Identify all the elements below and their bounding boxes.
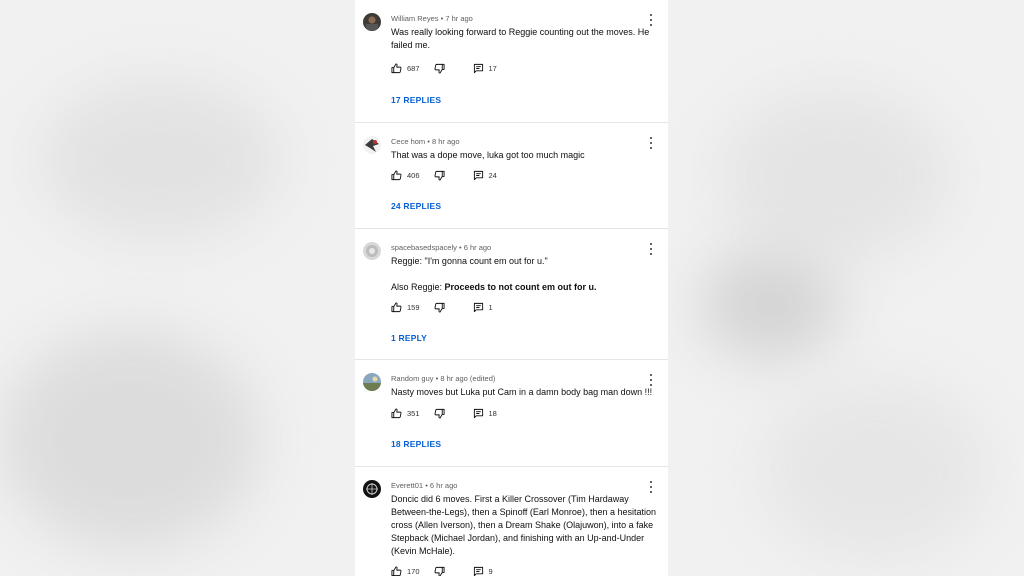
- like-button[interactable]: 351: [391, 407, 420, 419]
- comment-meta: spacebasedspacely • 6 hr ago: [391, 243, 491, 252]
- like-button[interactable]: 170: [391, 565, 420, 576]
- comment-thread: Cece hom • 8 hr ago That was a dope move…: [355, 123, 668, 229]
- more-options-icon[interactable]: [648, 137, 654, 149]
- comment-text-bold: Proceeds to not count em out for u.: [444, 282, 597, 292]
- avatar[interactable]: [363, 373, 381, 391]
- comment-time: 8 hr ago: [431, 137, 460, 146]
- comment-time: 6 hr ago: [463, 243, 492, 252]
- avatar[interactable]: [363, 242, 381, 260]
- comment-actions: 687 17: [391, 61, 497, 75]
- comment-text: Reggie: "I'm gonna count em out for u." …: [391, 256, 597, 292]
- background-blur: [0, 330, 260, 550]
- like-count: 159: [407, 302, 420, 312]
- reply-button[interactable]: 18: [473, 408, 497, 419]
- comment-meta: Random guy • 8 hr ago (edited): [391, 374, 495, 383]
- comment-text: Doncic did 6 moves. First a Killer Cross…: [391, 494, 656, 556]
- avatar[interactable]: [363, 480, 381, 498]
- comment-text: Nasty moves but Luka put Cam in a damn b…: [391, 387, 653, 397]
- view-replies-button[interactable]: 17 REPLIES: [391, 95, 441, 105]
- comment-text-prefix: Also Reggie:: [391, 282, 445, 292]
- comment-thread: William Reyes • 7 hr ago Was really look…: [355, 0, 668, 123]
- comment-author[interactable]: spacebasedspacely: [391, 243, 457, 252]
- comment-thread: Everett01 • 6 hr ago Doncic did 6 moves.…: [355, 467, 668, 576]
- reply-count: 9: [488, 566, 493, 576]
- comment-meta: Cece hom • 8 hr ago: [391, 137, 460, 146]
- comment-author[interactable]: William Reyes: [391, 14, 439, 23]
- thumbs-up-icon: [391, 169, 402, 180]
- thumbs-up-icon: [391, 301, 402, 312]
- like-count: 351: [407, 408, 420, 418]
- comment-text: Was really looking forward to Reggie cou…: [391, 27, 650, 50]
- more-options-icon[interactable]: [648, 374, 654, 386]
- like-count: 687: [407, 63, 420, 73]
- view-replies-button[interactable]: 24 REPLIES: [391, 201, 441, 211]
- thumbs-up-icon: [391, 407, 402, 418]
- view-replies-button[interactable]: 18 REPLIES: [391, 439, 441, 449]
- background-blur: [760, 380, 990, 560]
- comment-author[interactable]: Cece hom: [391, 137, 425, 146]
- comment-bubble-icon: [473, 408, 483, 418]
- more-options-icon[interactable]: [648, 481, 654, 493]
- dislike-button[interactable]: [434, 302, 445, 313]
- like-button[interactable]: 406: [391, 169, 420, 181]
- more-options-icon[interactable]: [648, 243, 654, 255]
- reply-button[interactable]: 17: [473, 63, 497, 74]
- thumbs-up-icon: [391, 62, 402, 73]
- dislike-button[interactable]: [434, 170, 445, 181]
- thumbs-up-icon: [391, 565, 402, 576]
- like-button[interactable]: 159: [391, 301, 420, 313]
- dislike-button[interactable]: [434, 566, 445, 576]
- meta-separator: •: [423, 481, 430, 490]
- comment-time: 8 hr ago (edited): [440, 374, 496, 383]
- avatar[interactable]: [363, 136, 381, 154]
- more-options-icon[interactable]: [648, 14, 654, 26]
- reply-count: 24: [488, 170, 497, 180]
- comment-author[interactable]: Random guy: [391, 374, 434, 383]
- meta-separator: •: [425, 137, 432, 146]
- comment-actions: 170 9: [391, 564, 493, 576]
- thumbs-down-icon: [434, 566, 445, 576]
- comment-bubble-icon: [473, 566, 483, 576]
- like-count: 406: [407, 170, 420, 180]
- comment-thread: spacebasedspacely • 6 hr ago Reggie: "I'…: [355, 229, 668, 360]
- avatar[interactable]: [363, 13, 381, 31]
- comment-author[interactable]: Everett01: [391, 481, 423, 490]
- view-replies-button[interactable]: 1 REPLY: [391, 333, 427, 343]
- reply-count: 1: [488, 302, 493, 312]
- like-button[interactable]: 687: [391, 62, 420, 74]
- comment-meta: Everett01 • 6 hr ago: [391, 481, 457, 490]
- comment-actions: 159 1: [391, 300, 493, 314]
- comment-bubble-icon: [473, 63, 483, 73]
- reply-count: 17: [488, 63, 497, 73]
- meta-separator: •: [456, 243, 464, 252]
- comment-meta: William Reyes • 7 hr ago: [391, 14, 473, 23]
- thumbs-down-icon: [434, 408, 445, 419]
- comments-panel: William Reyes • 7 hr ago Was really look…: [355, 0, 668, 576]
- comment-actions: 351 18: [391, 406, 497, 420]
- comment-actions: 406 24: [391, 168, 497, 182]
- reply-count: 18: [488, 408, 497, 418]
- comment-text: That was a dope move, luka got too much …: [391, 150, 585, 160]
- thumbs-down-icon: [434, 302, 445, 313]
- reply-button[interactable]: 1: [473, 302, 493, 313]
- comment-time: 6 hr ago: [429, 481, 458, 490]
- thumbs-down-icon: [434, 63, 445, 74]
- reply-button[interactable]: 24: [473, 170, 497, 181]
- reply-button[interactable]: 9: [473, 566, 493, 576]
- background-blur: [700, 250, 840, 360]
- comment-time: 7 hr ago: [445, 14, 473, 23]
- comment-thread: Random guy • 8 hr ago (edited) Nasty mov…: [355, 360, 668, 467]
- comment-bubble-icon: [473, 302, 483, 312]
- dislike-button[interactable]: [434, 408, 445, 419]
- background-blur: [720, 90, 950, 260]
- dislike-button[interactable]: [434, 63, 445, 74]
- background-blur: [40, 80, 280, 240]
- like-count: 170: [407, 566, 420, 576]
- comment-bubble-icon: [473, 170, 483, 180]
- thumbs-down-icon: [434, 170, 445, 181]
